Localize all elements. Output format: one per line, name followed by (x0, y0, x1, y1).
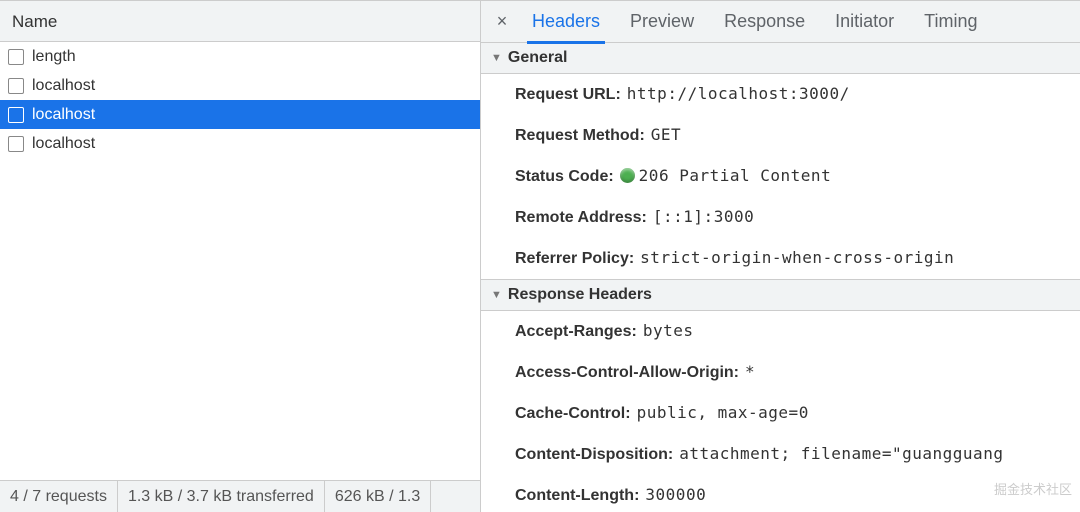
header-value: 300000 (645, 485, 706, 504)
header-value: * (745, 362, 755, 381)
header-key: Content-Length: (515, 487, 639, 504)
header-value: 206 Partial Content (639, 166, 832, 185)
header-value: attachment; filename="guangguang (679, 444, 1003, 463)
section-title: General (508, 49, 568, 67)
headers-detail-body: ▼ General Request URL: http://localhost:300… (481, 43, 1080, 512)
network-request-list-panel: Name length localhost localhost localhost (0, 0, 481, 512)
header-row: Accept-Ranges: bytes (481, 311, 1080, 352)
header-key: Access-Control-Allow-Origin: (515, 364, 739, 381)
header-key: Accept-Ranges: (515, 323, 637, 340)
section-title: Response Headers (508, 286, 652, 304)
header-row: Status Code: 206 Partial Content (481, 156, 1080, 197)
disclosure-triangle-icon: ▼ (491, 289, 502, 301)
header-key: Status Code: (515, 168, 614, 185)
request-name-label: localhost (32, 106, 95, 124)
watermark: 掘金技术社区 (994, 479, 1072, 498)
request-name-label: localhost (32, 135, 95, 153)
header-row: Remote Address: [::1]:3000 (481, 197, 1080, 238)
tab-preview[interactable]: Preview (615, 1, 709, 43)
header-key: Request URL: (515, 86, 621, 103)
header-value: public, max-age=0 (637, 403, 809, 422)
header-value: bytes (643, 321, 694, 340)
header-row: Request URL: http://localhost:3000/ (481, 74, 1080, 115)
header-row: Cache-Control: public, max-age=0 (481, 393, 1080, 434)
tab-timing[interactable]: Timing (909, 1, 992, 43)
header-key: Content-Disposition: (515, 446, 673, 463)
close-icon[interactable]: × (487, 11, 517, 32)
section-header-general[interactable]: ▼ General (481, 43, 1080, 74)
request-details-panel: × HeadersPreviewResponseInitiatorTiming … (481, 0, 1080, 512)
disclosure-triangle-icon: ▼ (491, 52, 502, 64)
request-type-icon (8, 49, 24, 65)
request-row-localhost[interactable]: localhost (0, 100, 480, 129)
request-row-localhost[interactable]: localhost (0, 129, 480, 158)
header-row: Content-Disposition: attachment; filename… (481, 434, 1080, 475)
header-key: Cache-Control: (515, 405, 631, 422)
tab-initiator[interactable]: Initiator (820, 1, 909, 43)
request-name-label: length (32, 48, 76, 66)
status-dot-icon (620, 168, 635, 183)
header-row: Referrer Policy: strict-origin-when-cross… (481, 238, 1080, 279)
tab-headers[interactable]: Headers (517, 1, 615, 43)
header-key: Request Method: (515, 127, 645, 144)
section-header-response-headers[interactable]: ▼ Response Headers (481, 279, 1080, 311)
header-row: Access-Control-Allow-Origin: * (481, 352, 1080, 393)
header-value: http://localhost:3000/ (627, 84, 850, 103)
header-row: Request Method: GET (481, 115, 1080, 156)
header-value: [::1]:3000 (653, 207, 754, 226)
request-list: length localhost localhost localhost (0, 42, 480, 512)
request-row-length[interactable]: length (0, 42, 480, 71)
header-key: Remote Address: (515, 209, 647, 226)
column-header-name[interactable]: Name (0, 0, 480, 42)
header-value: strict-origin-when-cross-origin (640, 248, 954, 267)
request-type-icon (8, 136, 24, 152)
request-type-icon (8, 107, 24, 123)
request-type-icon (8, 78, 24, 94)
tab-response[interactable]: Response (709, 1, 820, 43)
header-key: Referrer Policy: (515, 250, 634, 267)
details-tab-row: × HeadersPreviewResponseInitiatorTiming (481, 1, 1080, 43)
header-value: GET (651, 125, 681, 144)
request-name-label: localhost (32, 77, 95, 95)
request-row-localhost[interactable]: localhost (0, 71, 480, 100)
header-row: Content-Length: 300000 (481, 475, 1080, 512)
